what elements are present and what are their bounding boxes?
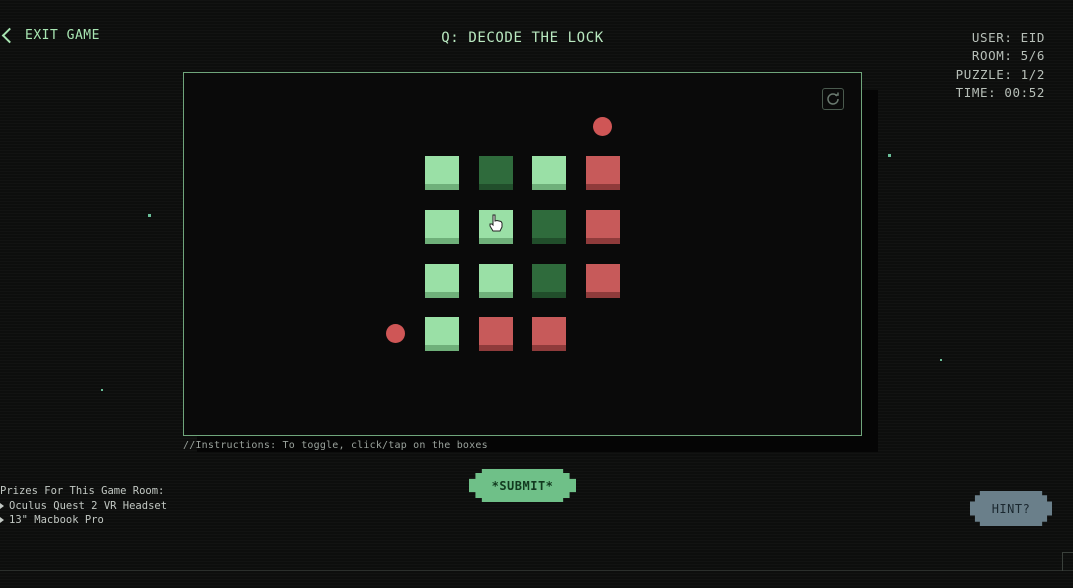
lock-tile[interactable]: [586, 264, 620, 298]
decorative-star: [888, 154, 891, 157]
decorative-star: [101, 389, 103, 391]
decorative-star: [148, 214, 151, 217]
lock-tile[interactable]: [586, 156, 620, 190]
page-title: Q: DECODE THE LOCK: [441, 30, 604, 46]
lock-tile[interactable]: [586, 210, 620, 244]
lock-tile[interactable]: [479, 264, 513, 298]
lock-tile[interactable]: [479, 317, 513, 351]
puzzle-panel: [183, 72, 862, 436]
decorative-star: [940, 359, 942, 361]
corner-decoration: [1062, 552, 1073, 571]
stat-room: ROOM: 5/6: [971, 48, 1045, 64]
prize-label: Oculus Quest 2 VR Headset: [9, 499, 168, 512]
submit-button[interactable]: *SUBMIT*: [469, 469, 576, 502]
hint-button[interactable]: HINT?: [970, 491, 1052, 526]
prize-label: 13" Macbook Pro: [9, 514, 104, 526]
stat-time: TIME: 00:52: [955, 84, 1045, 100]
stat-user: USER: EID: [971, 30, 1045, 45]
reset-button[interactable]: [822, 88, 844, 110]
indicator-dot: [593, 117, 612, 136]
prizes-list: Prizes For This Game Room: Oculus Quest …: [0, 484, 167, 528]
lock-tile[interactable]: [532, 210, 566, 244]
prize-item: 13" Macbook Pro: [0, 513, 167, 528]
divider: [0, 570, 1073, 571]
lock-tile[interactable]: [532, 317, 566, 351]
lock-tile[interactable]: [425, 317, 459, 351]
bullet-icon: [0, 517, 4, 524]
lock-tile[interactable]: [532, 156, 566, 190]
lock-tile[interactable]: [425, 156, 459, 190]
bullet-icon: [0, 502, 4, 509]
lock-tile[interactable]: [479, 156, 513, 190]
prizes-heading: Prizes For This Game Room:: [0, 485, 165, 497]
indicator-dot: [386, 324, 405, 343]
refresh-icon: [827, 92, 839, 105]
lock-tile[interactable]: [532, 264, 566, 298]
stat-puzzle: PUZZLE: 1/2: [955, 66, 1045, 82]
lock-tile[interactable]: [425, 210, 459, 244]
prize-item: Oculus Quest 2 VR Headset: [0, 499, 167, 514]
game-stats: USER: EID ROOM: 5/6 PUZZLE: 1/2 TIME: 00…: [956, 29, 1045, 102]
lock-tile[interactable]: [479, 210, 513, 244]
lock-tile[interactable]: [425, 264, 459, 298]
instructions-text: //Instructions: To toggle, click/tap on …: [183, 440, 488, 451]
